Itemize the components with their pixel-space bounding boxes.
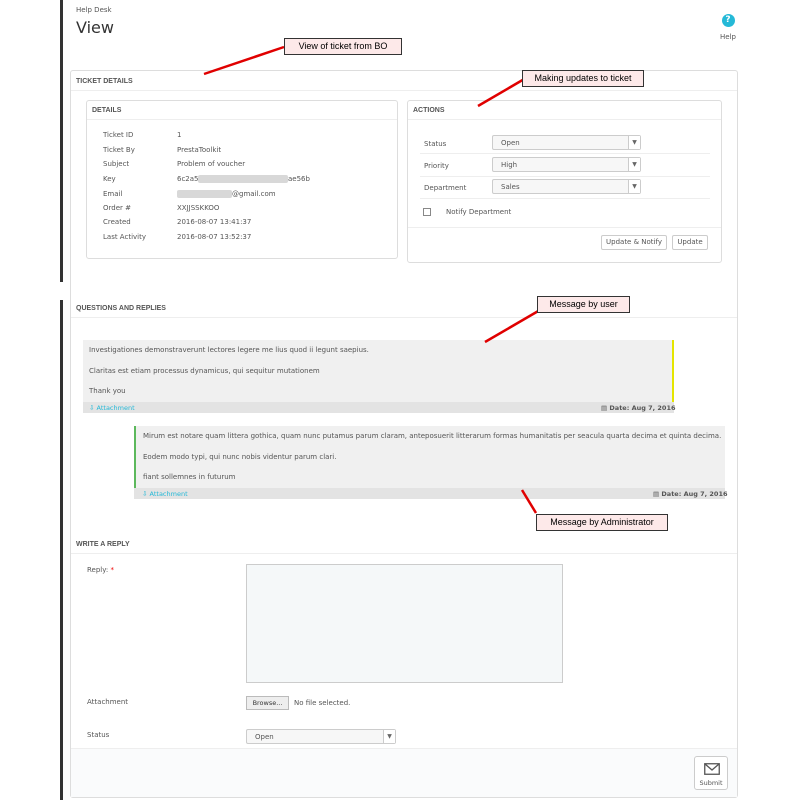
message-line: Thank you (89, 387, 126, 395)
message-line: Investigationes demonstraverunt lectores… (89, 346, 369, 354)
key-value-suffix: ae56b (288, 175, 310, 183)
divider (87, 119, 397, 120)
redacted-key (198, 175, 288, 183)
notify-department-checkbox[interactable] (423, 208, 431, 216)
annotation-message-admin: Message by Administrator (536, 514, 668, 531)
admin-attachment-link[interactable]: ⇩ Attachment (142, 490, 188, 498)
divider (420, 198, 710, 199)
detail-label: Subject (103, 160, 130, 168)
chevron-down-icon: ▼ (628, 180, 640, 193)
attachment-label: Attachment (96, 404, 135, 412)
created-value: 2016-08-07 13:41:37 (177, 218, 252, 226)
admin-message-date: ▤ Date: Aug 7, 2016 (653, 490, 728, 498)
reply-status-select[interactable]: Open ▼ (246, 729, 396, 744)
status-select[interactable]: Open ▼ (492, 135, 641, 150)
required-mark: * (110, 566, 114, 574)
actions-heading: ACTIONS (413, 107, 445, 114)
detail-label: Created (103, 218, 131, 226)
priority-label: Priority (424, 162, 449, 170)
annotation-view-ticket: View of ticket from BO (284, 38, 402, 55)
divider (408, 227, 721, 228)
message-line: Mirum est notare quam littera gothica, q… (143, 432, 722, 440)
detail-label: Ticket ID (103, 131, 134, 139)
last-activity-value: 2016-08-07 13:52:37 (177, 233, 252, 241)
priority-select-value: High (501, 161, 518, 169)
email-value-suffix: @gmail.com (232, 190, 276, 198)
detail-label: Key (103, 175, 116, 183)
divider (408, 119, 721, 120)
form-footer (71, 748, 737, 797)
browse-button[interactable]: Browse... (246, 696, 289, 710)
update-notify-button[interactable]: Update & Notify (601, 235, 667, 250)
reply-textarea[interactable] (246, 564, 563, 683)
questions-heading: QUESTIONS AND REPLIES (76, 305, 166, 312)
submit-button[interactable]: Submit (694, 756, 728, 790)
user-attachment-link[interactable]: ⇩ Attachment (89, 404, 135, 412)
annotation-message-user: Message by user (537, 296, 630, 313)
question-circle-icon: ? (721, 14, 735, 27)
redacted-email (177, 190, 232, 198)
reply-status-value: Open (255, 733, 274, 741)
detail-label: Order # (103, 204, 131, 212)
attachment-label: Attachment (149, 490, 188, 498)
date-text: Date: Aug 7, 2016 (661, 490, 728, 498)
message-line: Claritas est etiam processus dynamicus, … (89, 367, 320, 375)
message-line: Eodem modo typi, qui nunc nobis videntur… (143, 453, 337, 461)
reply-label: Reply: * (87, 566, 114, 574)
left-sidebar-edge (60, 0, 63, 800)
message-line: fiant sollemnes in futurum (143, 473, 236, 481)
admin-message: Mirum est notare quam littera gothica, q… (134, 426, 725, 488)
reply-label-text: Reply: (87, 566, 109, 574)
chevron-down-icon: ▼ (628, 158, 640, 171)
date-text: Date: Aug 7, 2016 (609, 404, 676, 412)
order-value: XXJJSSKKOO (177, 204, 220, 212)
department-select[interactable]: Sales ▼ (492, 179, 641, 194)
chevron-down-icon: ▼ (628, 136, 640, 149)
envelope-icon (704, 763, 720, 775)
department-label: Department (424, 184, 467, 192)
ticket-id-value: 1 (177, 131, 182, 139)
key-value-prefix: 6c2a5 (177, 175, 199, 183)
divider (420, 153, 710, 154)
divider (71, 553, 737, 554)
divider (420, 176, 710, 177)
divider (71, 317, 737, 318)
page-title: View (76, 18, 114, 37)
chevron-down-icon: ▼ (383, 730, 395, 743)
details-heading: DETAILS (92, 107, 122, 114)
ticket-by-value: PrestaToolkit (177, 146, 222, 154)
department-select-value: Sales (501, 183, 520, 191)
detail-label: Ticket By (103, 146, 135, 154)
help-label: Help (720, 33, 736, 41)
no-file-label: No file selected. (294, 699, 351, 707)
detail-label: Email (103, 190, 123, 198)
divider (71, 90, 737, 91)
breadcrumb[interactable]: Help Desk (76, 6, 112, 14)
write-reply-heading: WRITE A REPLY (76, 541, 130, 548)
user-message-footer (83, 402, 674, 413)
help-button[interactable]: ? Help (718, 14, 738, 41)
update-button[interactable]: Update (672, 235, 708, 250)
status-select-value: Open (501, 139, 520, 147)
admin-message-footer (134, 488, 725, 499)
status-label: Status (87, 731, 110, 739)
notify-department-label: Notify Department (446, 208, 512, 216)
sidebar-gap (60, 282, 63, 300)
annotation-making-updates: Making updates to ticket (522, 70, 644, 87)
subject-value: Problem of voucher (177, 160, 246, 168)
user-message: Investigationes demonstraverunt lectores… (83, 340, 674, 402)
priority-select[interactable]: High ▼ (492, 157, 641, 172)
submit-label: Submit (699, 779, 723, 787)
ticket-details-heading: TICKET DETAILS (76, 78, 133, 85)
status-label: Status (424, 140, 447, 148)
user-message-date: ▤ Date: Aug 7, 2016 (601, 404, 676, 412)
detail-label: Last Activity (103, 233, 146, 241)
attachment-label: Attachment (87, 698, 129, 706)
